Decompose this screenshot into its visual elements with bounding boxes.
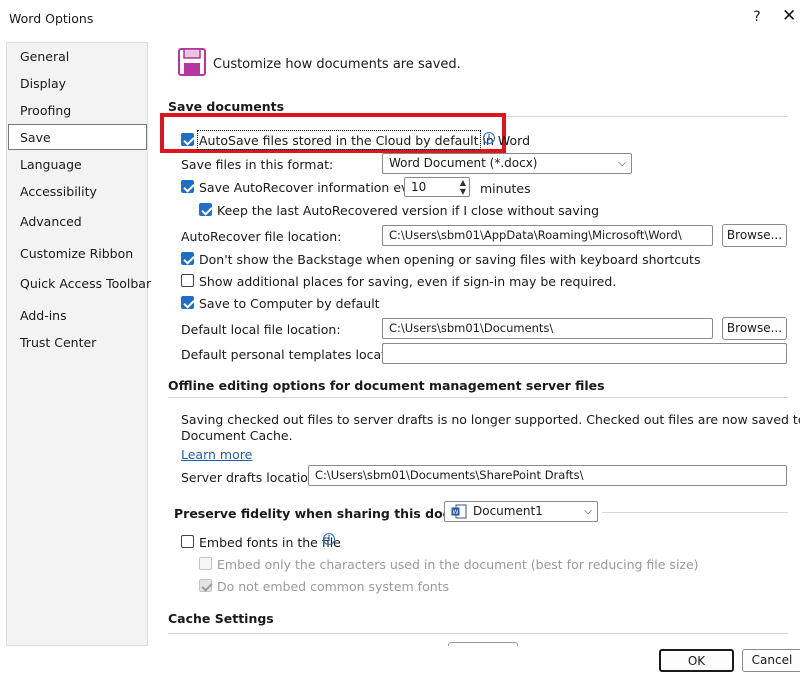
chevron-down-icon: ⌵ <box>584 506 592 517</box>
save-icon <box>178 48 206 76</box>
save-options-panel: Customize how documents are saved. Save … <box>148 36 800 646</box>
info-icon[interactable]: i <box>323 533 335 545</box>
keep-last-checkbox[interactable] <box>199 203 212 216</box>
default-local-field[interactable]: C:\Users\sbm01\Documents\ <box>382 318 713 339</box>
show-additional-label: Show additional places for saving, even … <box>199 274 617 289</box>
embed-only-label: Embed only the characters used in the do… <box>217 557 699 572</box>
sidebar-item-advanced[interactable]: Advanced <box>7 209 147 235</box>
page-header-text: Customize how documents are saved. <box>213 57 461 72</box>
autosave-checkbox[interactable] <box>181 133 194 146</box>
sidebar-item-save[interactable]: Save <box>8 124 147 150</box>
minutes-label: minutes <box>480 181 531 196</box>
sidebar-item-language[interactable]: Language <box>7 152 147 178</box>
default-local-label: Default local file location: <box>181 322 341 337</box>
browse-default-local-button[interactable]: Browse... <box>722 317 787 340</box>
help-icon[interactable]: ? <box>750 9 764 25</box>
learn-more-link[interactable]: Learn more <box>181 447 252 462</box>
do-not-embed-checkbox <box>199 579 212 592</box>
autorecover-minutes-stepper[interactable]: 10 ▲ ▼ <box>404 177 470 197</box>
ok-button[interactable]: OK <box>659 649 734 672</box>
close-icon[interactable]: ✕ <box>782 6 796 26</box>
fidelity-document-dropdown[interactable]: W Document1 ⌵ <box>444 501 598 522</box>
sidebar-item-general[interactable]: General <box>7 44 147 70</box>
section-divider <box>168 397 788 398</box>
show-additional-checkbox[interactable] <box>181 274 194 287</box>
dont-show-backstage-checkbox[interactable] <box>181 252 194 265</box>
save-to-computer-label: Save to Computer by default <box>199 296 380 311</box>
offline-description-line2: Document Cache. <box>181 428 293 443</box>
offline-description-line1: Saving checked out files to server draft… <box>181 412 800 427</box>
sidebar-item-trust-center[interactable]: Trust Center <box>7 330 147 356</box>
svg-text:W: W <box>453 509 459 516</box>
save-to-computer-checkbox[interactable] <box>181 296 194 309</box>
default-templates-label: Default personal templates location: <box>181 347 410 362</box>
sidebar-item-proofing[interactable]: Proofing <box>7 98 147 124</box>
section-divider <box>602 512 788 513</box>
autorecover-minutes-value: 10 <box>411 180 427 194</box>
word-document-icon: W <box>451 504 467 519</box>
fidelity-document-value: Document1 <box>473 504 543 518</box>
cache-control-partial[interactable] <box>448 642 518 646</box>
embed-fonts-label: Embed fonts in the file <box>199 535 341 550</box>
sidebar-item-add-ins[interactable]: Add-ins <box>7 303 147 329</box>
autorecover-checkbox[interactable] <box>181 180 194 193</box>
keep-last-label: Keep the last AutoRecovered version if I… <box>217 203 600 218</box>
default-templates-field[interactable] <box>382 343 787 364</box>
section-title-save-documents: Save documents <box>168 99 285 114</box>
sidebar-item-display[interactable]: Display <box>7 71 147 97</box>
embed-only-checkbox <box>199 557 212 570</box>
save-format-dropdown[interactable]: Word Document (*.docx) ⌵ <box>382 153 632 174</box>
autorecover-location-label: AutoRecover file location: <box>181 229 342 244</box>
window-title: Word Options <box>9 11 94 26</box>
chevron-down-icon: ⌵ <box>618 158 626 169</box>
sidebar-item-accessibility[interactable]: Accessibility <box>7 179 147 205</box>
embed-fonts-checkbox[interactable] <box>181 535 194 548</box>
info-icon[interactable]: i <box>483 132 495 144</box>
dont-show-backstage-label: Don't show the Backstage when opening or… <box>199 252 701 267</box>
section-divider <box>168 633 788 634</box>
autosave-label: AutoSave files stored in the Cloud by de… <box>199 133 531 148</box>
autorecover-location-field[interactable]: C:\Users\sbm01\AppData\Roaming\Microsoft… <box>382 225 713 246</box>
server-drafts-label: Server drafts location: <box>181 470 321 485</box>
stepper-arrows-icon[interactable]: ▲ ▼ <box>460 178 466 196</box>
section-title-cache: Cache Settings <box>168 611 274 626</box>
options-sidebar: General Display Proofing Save Language A… <box>6 42 151 646</box>
title-bar: Word Options ? ✕ <box>0 0 800 36</box>
save-format-label: Save files in this format: <box>181 157 334 172</box>
sidebar-item-quick-access-toolbar[interactable]: Quick Access Toolbar <box>7 271 151 297</box>
section-title-offline-editing: Offline editing options for document man… <box>168 378 605 393</box>
cancel-button[interactable]: Cancel <box>742 649 800 672</box>
save-format-value: Word Document (*.docx) <box>389 156 538 170</box>
do-not-embed-label: Do not embed common system fonts <box>217 579 450 594</box>
sidebar-item-customize-ribbon[interactable]: Customize Ribbon <box>7 241 147 267</box>
server-drafts-field[interactable]: C:\Users\sbm01\Documents\SharePoint Draf… <box>308 465 787 486</box>
autorecover-label: Save AutoRecover information every <box>199 180 429 195</box>
browse-autorecover-button[interactable]: Browse... <box>722 224 787 247</box>
